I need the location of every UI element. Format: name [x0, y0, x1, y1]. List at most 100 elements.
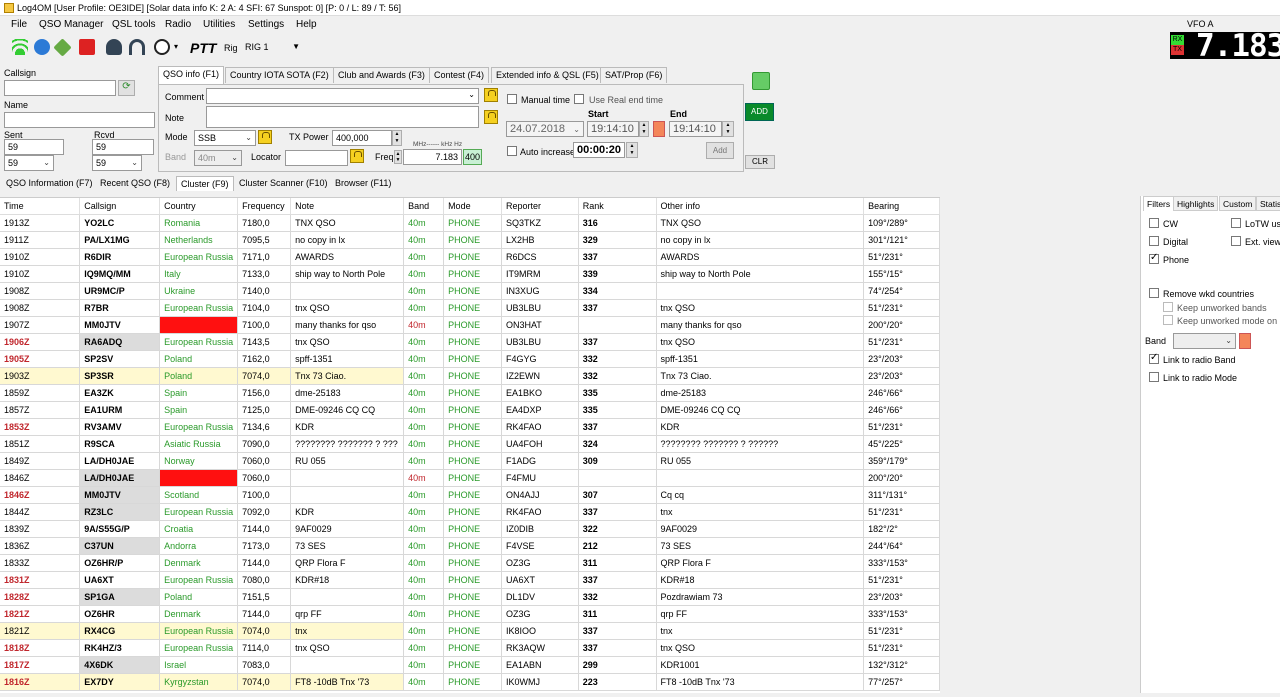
dish-icon[interactable]	[154, 39, 170, 55]
table-row[interactable]: 1907Z MM0JTV 7100,0 many thanks for qso 40m P…	[0, 316, 940, 334]
tab-club-awards[interactable]: Club and Awards (F3)	[333, 67, 430, 83]
column-header-country[interactable]: Country	[159, 198, 239, 215]
tab-highlights[interactable]: Highlights	[1173, 196, 1219, 211]
pdf-icon[interactable]	[79, 39, 95, 55]
table-row[interactable]: 1851Z R9SCA Asiatic Russia 7090,0???????? ?…	[0, 435, 940, 453]
rig-select[interactable]: RIG 1 ▼	[242, 40, 304, 56]
auto-increase-input[interactable]: 00:00:20	[573, 142, 625, 158]
table-row[interactable]: 1905Z SP2SV Poland 7162,0 spff-1351 40m PHONE F…	[0, 350, 940, 368]
lookup-button[interactable]: ⟳	[118, 80, 135, 96]
table-row[interactable]: 1913Z YO2LC Romania 7180,0 TNX QSO 40m PHONE SQ…	[0, 214, 940, 232]
locator-input[interactable]	[285, 150, 348, 166]
comment-input[interactable]: ⌄	[206, 88, 479, 104]
add-time-button[interactable]: Add	[706, 142, 734, 159]
keep-mode-checkbox[interactable]	[1163, 315, 1173, 325]
tab-cluster[interactable]: Cluster (F9)	[176, 176, 234, 191]
menu-qsl-tools[interactable]: QSL tools	[112, 19, 156, 30]
menu-radio[interactable]: Radio	[165, 19, 191, 30]
comment-lock-icon[interactable]	[484, 88, 498, 102]
note-lock-icon[interactable]	[484, 110, 498, 124]
freq-hz-field[interactable]: 400	[463, 149, 482, 165]
cw-checkbox[interactable]	[1149, 218, 1159, 228]
keep-bands-checkbox[interactable]	[1163, 302, 1173, 312]
table-row[interactable]: 1911Z PA/LX1MG Netherlands 7095,5 no copy in…	[0, 231, 940, 249]
table-row[interactable]: 1817Z 4X6DK Israel 7083,0 40m PHONE EA1ABN 299 K…	[0, 656, 940, 674]
sent-input[interactable]: 59	[4, 139, 64, 155]
start-time-spinner[interactable]: ▲ ▼	[639, 121, 649, 137]
table-row[interactable]: 1818Z RK4HZ/3 European Russia 7114,0 tnx QSO…	[0, 639, 940, 657]
table-row[interactable]: 1857Z EA1URM Spain 7125,0 DME-09246 CQ CQ 40m…	[0, 401, 940, 419]
tab-qso-info[interactable]: QSO info (F1)	[158, 66, 225, 84]
menu-settings[interactable]: Settings	[248, 19, 284, 30]
menu-utilities[interactable]: Utilities	[203, 19, 235, 30]
txpower-input[interactable]: 400,000	[332, 130, 392, 146]
freq-input[interactable]: 7.183	[403, 149, 462, 165]
band-color-button[interactable]	[1239, 333, 1251, 349]
table-row[interactable]: 1836Z C37UN Andorra 7173,0 73 SES 40m PHONE F4V…	[0, 537, 940, 555]
date-input[interactable]: 24.07.2018 ⌄	[506, 121, 584, 137]
menu-help[interactable]: Help	[296, 19, 317, 30]
callsign-input[interactable]	[4, 80, 116, 96]
column-header-mode[interactable]: Mode	[443, 198, 502, 215]
txpower-spinner[interactable]: ▲ ▼	[392, 130, 402, 146]
end-time-input[interactable]: 19:14:10	[669, 121, 722, 137]
auto-increase-checkbox[interactable]	[507, 146, 517, 156]
table-row[interactable]: 1910Z IQ9MQ/MM Italy 7133,0 ship way to Nort…	[0, 265, 940, 283]
band-select[interactable]: 40m ⌄	[194, 150, 242, 166]
dish-dropdown-arrow[interactable]: ▾	[174, 42, 178, 51]
rcvd-select[interactable]: 59 ⌄	[92, 155, 142, 171]
rcvd-input[interactable]: 59	[92, 139, 154, 155]
tab-cluster-scanner[interactable]: Cluster Scanner (F10)	[235, 176, 332, 191]
band-filter-select[interactable]: ⌄	[1173, 333, 1236, 349]
auto-increase-spinner[interactable]: ▲ ▼	[626, 142, 638, 158]
table-row[interactable]: 1828Z SP1GA Poland 7151,5 40m PHONE DL1DV 332 Po…	[0, 588, 940, 606]
ext-view-checkbox[interactable]	[1231, 236, 1241, 246]
clear-button[interactable]: CLR	[745, 155, 775, 169]
satellite-icon[interactable]	[53, 38, 72, 57]
column-header-bearing[interactable]: Bearing	[863, 198, 940, 215]
freq-spinner[interactable]: ▲ ▼	[394, 150, 402, 164]
tab-recent-qso[interactable]: Recent QSO (F8)	[96, 176, 174, 191]
operator-icon[interactable]	[106, 39, 122, 55]
sent-select[interactable]: 59 ⌄	[4, 155, 54, 171]
column-header-other-info[interactable]: Other info	[656, 198, 865, 215]
table-row[interactable]: 1839Z 9A/S55G/P Croatia 7144,0 9AF0029 40m PHO…	[0, 520, 940, 538]
mode-select[interactable]: SSB ⌄	[194, 130, 256, 146]
table-row[interactable]: 1906Z RA6ADQ European Russia 7143,5 tnx QSO 4…	[0, 333, 940, 351]
table-row[interactable]: 1849Z LA/DH0JAE Norway 7060,0 RU 055 40m PHONE…	[0, 452, 940, 470]
real-end-time-checkbox[interactable]	[574, 94, 584, 104]
table-row[interactable]: 1844Z RZ3LC European Russia 7092,0 KDR 40m PHO…	[0, 503, 940, 521]
wifi-icon[interactable]	[12, 39, 28, 55]
table-row[interactable]: 1908Z UR9MC/P Ukraine 7140,0 40m PHONE IN3XUG 3…	[0, 282, 940, 300]
manual-time-checkbox[interactable]	[507, 94, 517, 104]
save-log-icon[interactable]	[752, 72, 770, 90]
menu-file[interactable]: File	[11, 19, 27, 30]
name-input[interactable]	[4, 112, 155, 128]
remove-wkd-checkbox[interactable]	[1149, 288, 1159, 298]
digital-checkbox[interactable]	[1149, 236, 1159, 246]
table-row[interactable]: 1853Z RV3AMV European Russia 7134,6 KDR 40m PH…	[0, 418, 940, 436]
table-row[interactable]: 1903Z SP3SR Poland 7074,0 Tnx 73 Ciao. 40m PHO…	[0, 367, 940, 385]
phone-checkbox[interactable]	[1149, 252, 1159, 264]
tab-extended-info-qsl[interactable]: Extended info & QSL (F5)	[491, 67, 604, 83]
ptt-button[interactable]: PTT	[190, 40, 216, 56]
table-row[interactable]: 1821Z RX4CG European Russia 7074,0 tnx 40m PHO…	[0, 622, 940, 640]
mode-lock-icon[interactable]	[258, 130, 272, 144]
table-row[interactable]: 1846Z LA/DH0JAE 7060,0 40m PHONE F4FMU 200°/20…	[0, 469, 940, 487]
table-row[interactable]: 1908Z R7BR European Russia 7104,0 tnx QSO 40m…	[0, 299, 940, 317]
column-header-reporter[interactable]: Reporter	[501, 198, 579, 215]
column-header-band[interactable]: Band	[403, 198, 445, 215]
start-time-set-button[interactable]	[653, 121, 665, 137]
table-row[interactable]: 1833Z OZ6HR/P Denmark 7144,0 QRP Flora F 40m P…	[0, 554, 940, 572]
tab-filters[interactable]: Filters	[1143, 196, 1175, 211]
column-header-note[interactable]: Note	[290, 198, 405, 215]
headset-icon[interactable]	[129, 39, 145, 55]
tab-custom[interactable]: Custom	[1219, 196, 1257, 211]
table-row[interactable]: 1859Z EA3ZK Spain 7156,0 dme-25183 40m PHONE EA…	[0, 384, 940, 402]
tab-sat-prop[interactable]: SAT/Prop (F6)	[600, 67, 668, 83]
table-row[interactable]: 1821Z OZ6HR Denmark 7144,0 qrp FF 40m PHONE OZ3…	[0, 605, 940, 623]
end-time-spinner[interactable]: ▲ ▼	[722, 121, 734, 137]
add-qso-button[interactable]: ADD	[745, 103, 774, 121]
table-row[interactable]: 1831Z UA6XT European Russia 7080,0 KDR#18 40m…	[0, 571, 940, 589]
note-input[interactable]	[206, 106, 479, 128]
